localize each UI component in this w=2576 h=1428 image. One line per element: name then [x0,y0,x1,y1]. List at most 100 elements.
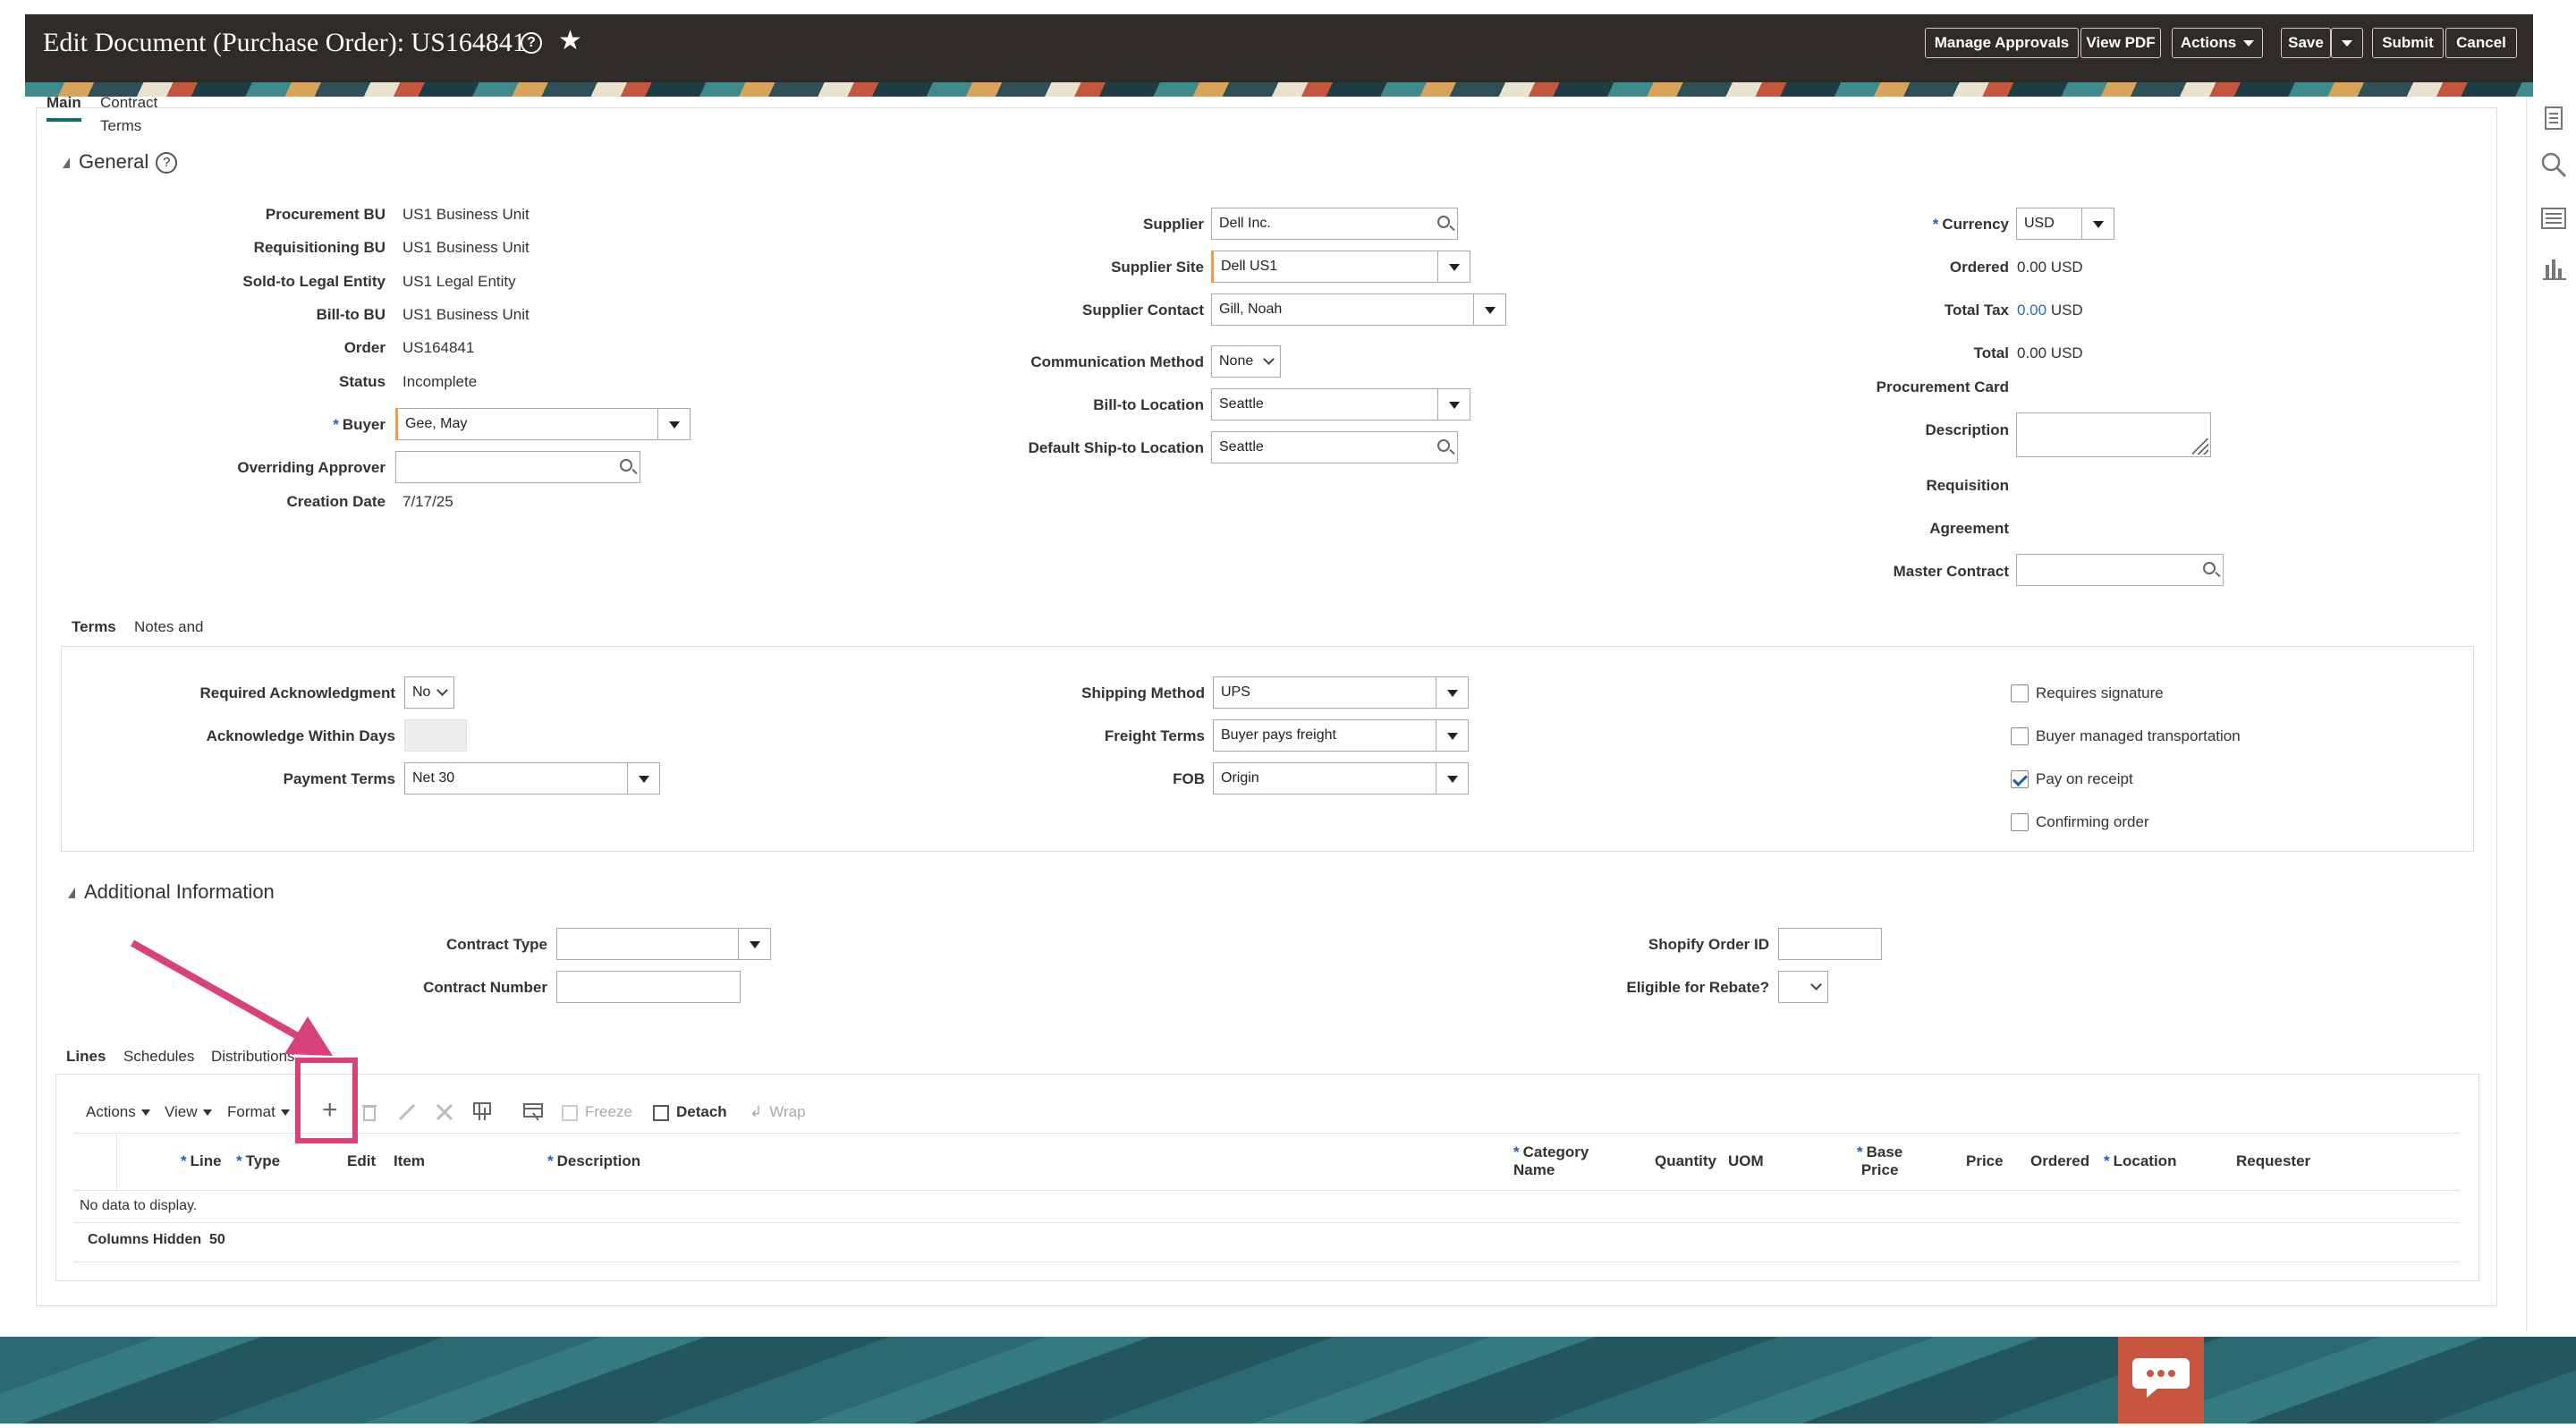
currency-label: * Currency [1932,216,2009,233]
supplier-input[interactable]: Dell Inc. [1211,208,1458,240]
total-tax-link[interactable]: 0.00 [2017,302,2046,319]
procurement-bu-value: US1 Business Unit [402,206,530,223]
contract-type-select[interactable] [556,928,771,960]
search-icon[interactable] [1437,216,1450,228]
search-icon[interactable] [2203,562,2216,574]
supplier-label: Supplier [1142,216,1204,233]
rebate-select[interactable] [1778,971,1828,1003]
confirming-order-label: Confirming order [2036,813,2149,830]
master-contract-input[interactable] [2016,554,2224,586]
search-icon[interactable] [2539,150,2568,179]
chevron-down-icon[interactable] [1473,294,1505,325]
buyer-select[interactable]: Gee, May [395,408,691,440]
chevron-down-icon [2342,40,2352,47]
chevron-down-icon[interactable] [1436,720,1468,751]
supplier-contact-select[interactable]: Gill, Noah [1211,293,1506,326]
order-value: US164841 [402,339,475,356]
table-view-menu[interactable]: View [165,1103,212,1121]
chevron-down-icon[interactable] [1436,677,1468,708]
col-type[interactable]: * Type [236,1152,280,1170]
comm-method-select[interactable]: None [1211,345,1281,378]
star-icon[interactable]: ★ [558,25,582,57]
chevron-down-icon [2243,40,2255,47]
currency-select[interactable]: USD [2016,208,2114,240]
browser-top-strip [0,0,2576,14]
view-pdf-button[interactable]: View PDF [2080,28,2161,58]
query-by-example-icon[interactable] [522,1101,544,1122]
description-textarea[interactable] [2016,412,2211,457]
pay-on-receipt-checkbox[interactable] [2011,770,2029,788]
confirming-order-checkbox[interactable] [2011,813,2029,831]
bill-to-bu-value: US1 Business Unit [402,306,530,323]
chevron-down-icon[interactable] [1437,251,1470,282]
bill-to-location-select[interactable]: Seattle [1211,388,1470,421]
search-icon[interactable] [620,459,632,472]
freeze-icon [562,1104,578,1121]
freight-terms-select[interactable]: Buyer pays freight [1213,719,1469,752]
agreement-label: Agreement [1929,520,2009,537]
chat-button[interactable] [2118,1337,2204,1424]
fob-label: FOB [1173,770,1205,787]
buyer-managed-checkbox[interactable] [2011,727,2029,745]
chevron-down-icon[interactable] [657,409,690,439]
col-price[interactable]: Price [1966,1152,2004,1170]
resize-handle-icon[interactable] [2192,438,2208,455]
col-location[interactable]: * Location [2104,1152,2176,1170]
divider [73,1190,2460,1191]
cancel-button[interactable]: Cancel [2445,28,2517,58]
col-requester[interactable]: Requester [2236,1152,2310,1170]
search-icon[interactable] [1437,439,1450,452]
lines-panel [55,1074,2479,1281]
save-button[interactable]: Save [2281,28,2331,58]
col-quantity[interactable]: Quantity [1655,1152,1716,1170]
table-actions-menu[interactable]: Actions [86,1103,150,1121]
manage-approvals-button[interactable]: Manage Approvals [1925,28,2079,58]
ship-to-input[interactable]: Seattle [1211,431,1458,463]
contract-number-input[interactable] [556,971,741,1003]
shopify-order-id-input[interactable] [1778,928,1882,960]
detach-button[interactable]: Detach [653,1103,727,1121]
close-icon [436,1103,453,1121]
comm-method-label: Communication Method [1030,353,1204,370]
submit-button[interactable]: Submit [2372,28,2444,58]
chevron-down-icon[interactable] [2081,208,2114,239]
chevron-down-icon[interactable] [627,763,659,794]
requisitioning-bu-value: US1 Business Unit [402,239,530,256]
col-ordered[interactable]: Ordered [2030,1152,2089,1170]
col-description[interactable]: * Description [547,1152,640,1170]
req-ack-select[interactable]: No [404,676,454,709]
bar-chart-icon[interactable] [2539,254,2568,283]
shipping-method-select[interactable]: UPS [1213,676,1469,709]
split-icon[interactable] [472,1101,494,1122]
col-item[interactable]: Item [394,1152,425,1170]
supplier-site-select[interactable]: Dell US1 [1211,251,1470,283]
document-icon[interactable] [2539,104,2568,132]
fob-select[interactable]: Origin [1213,762,1469,795]
col-category-name[interactable]: * Category Name [1513,1143,1589,1179]
shopify-label: Shopify Order ID [1648,936,1769,953]
col-base-price[interactable]: * Base Price [1857,1143,1902,1179]
columns-hidden: Columns Hidden 50 [88,1232,225,1247]
help-icon[interactable]: ? [521,32,542,54]
right-panel-bar [2526,97,2576,1331]
creation-date-value: 7/17/25 [402,493,453,510]
save-options-button[interactable] [2331,28,2363,58]
overriding-approver-input[interactable] [395,451,640,483]
requires-signature-checkbox[interactable] [2011,684,2029,702]
col-line[interactable]: * Line [181,1152,222,1170]
chevron-down-icon[interactable] [738,929,770,959]
total-label: Total [1973,344,2009,361]
freight-terms-label: Freight Terms [1104,727,1205,744]
payment-terms-select[interactable]: Net 30 [404,762,660,795]
table-format-menu[interactable]: Format [227,1103,290,1121]
actions-menu-button[interactable]: Actions [2172,28,2263,58]
chevron-down-icon[interactable] [1436,763,1468,794]
list-icon[interactable] [2539,204,2568,233]
chevron-down-icon[interactable] [1437,389,1470,420]
total-value: 0.00 USD [2017,344,2083,361]
divider [73,1222,2460,1223]
wrap-button: ↲ Wrap [750,1103,806,1120]
col-edit[interactable]: Edit [347,1152,376,1170]
empty-table-message: No data to display. [80,1198,198,1213]
col-uom[interactable]: UOM [1728,1152,1764,1170]
